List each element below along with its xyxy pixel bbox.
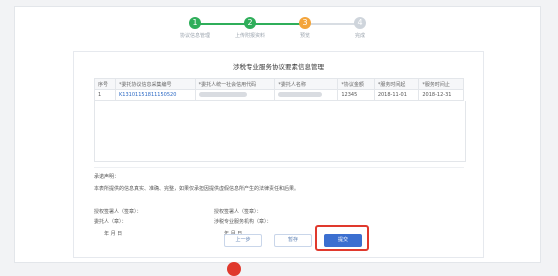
col-credit-code: *委托人统一社会信用代码 xyxy=(194,78,276,90)
step-4: 4 完成 xyxy=(330,17,390,39)
declaration-text: 本表所提供的信息真实、准确、完整，如果仅承担因提供虚假信息所产生的法律责任和后果… xyxy=(94,186,300,192)
sig-left-client: 委托人（章）： xyxy=(94,219,127,225)
cell-agreement-no-link[interactable]: K13101151811150520 xyxy=(115,89,196,101)
cell-credit-code xyxy=(194,89,276,101)
table-header-row: 序号 *委托协议信息采集编号 *委托人统一社会信用代码 *委托人名称 *协议金额… xyxy=(93,78,464,90)
table-row: 1 K13101151811150520 12345 2018-11-01 20… xyxy=(93,89,464,101)
step-3-current-icon: 3 xyxy=(299,17,311,29)
col-agreement-no: *委托协议信息采集编号 xyxy=(115,78,196,90)
step-1-label: 协议信息管理 xyxy=(179,33,210,39)
cell-client-name xyxy=(274,89,339,101)
redacted-client-name xyxy=(278,92,323,97)
sig-left-date: 年 月 日 xyxy=(104,231,123,237)
redacted-credit-code xyxy=(198,92,247,97)
step-1: 1 协议信息管理 xyxy=(165,17,225,39)
submit-highlight-frame xyxy=(315,225,369,251)
sig-left-signer: 授权签署人（签章）： xyxy=(94,209,142,215)
col-index: 序号 xyxy=(93,78,117,90)
col-client-name: *委托人名称 xyxy=(274,78,339,90)
step-4-label: 完成 xyxy=(354,33,365,39)
declaration: 承诺声明： 本表所提供的信息真实、准确、完整，如果仅承担因提供虚假信息所产生的法… xyxy=(94,167,464,195)
progress-steps: 1 协议信息管理 2 上传附报资料 3 预览 4 完成 xyxy=(15,13,540,53)
main-panel: 1 协议信息管理 2 上传附报资料 3 预览 4 完成 涉税专业服务协议要素信息… xyxy=(14,6,541,263)
step-2-check-icon: 2 xyxy=(244,17,256,29)
preview-card: 涉税专业服务协议要素信息管理 序号 *委托协议信息采集编号 *委托人统一社会信用… xyxy=(73,51,484,258)
sig-right-agency: 涉税专业服务机构（章）： xyxy=(214,219,272,225)
cell-amount: 12345 xyxy=(337,89,375,101)
prev-step-button[interactable]: 上一步 xyxy=(224,234,262,247)
col-amount: *协议金额 xyxy=(337,78,375,90)
sig-right-signer: 授权签署人（签章）： xyxy=(214,209,262,215)
save-draft-button[interactable]: 暂存 xyxy=(274,234,312,247)
step-4-pending-icon: 4 xyxy=(354,17,366,29)
agreement-table: 序号 *委托协议信息采集编号 *委托人统一社会信用代码 *委托人名称 *协议金额… xyxy=(93,78,464,101)
page-title: 涉税专业服务协议要素信息管理 xyxy=(233,63,324,71)
cell-index: 1 xyxy=(93,89,117,101)
col-start: *服务时间起 xyxy=(373,78,420,90)
step-3-label: 预览 xyxy=(299,33,310,39)
cell-end: 2018-12-31 xyxy=(418,89,464,101)
declaration-title: 承诺声明： xyxy=(94,174,120,180)
cell-start: 2018-11-01 xyxy=(373,89,420,101)
step-3: 3 预览 xyxy=(275,17,335,39)
col-end: *服务时间止 xyxy=(418,78,464,90)
table-empty-area xyxy=(94,101,466,162)
step-2-label: 上传附报资料 xyxy=(234,33,265,39)
step-1-check-icon: 1 xyxy=(189,17,201,29)
floating-badge-icon xyxy=(227,262,241,276)
step-2: 2 上传附报资料 xyxy=(220,17,280,39)
